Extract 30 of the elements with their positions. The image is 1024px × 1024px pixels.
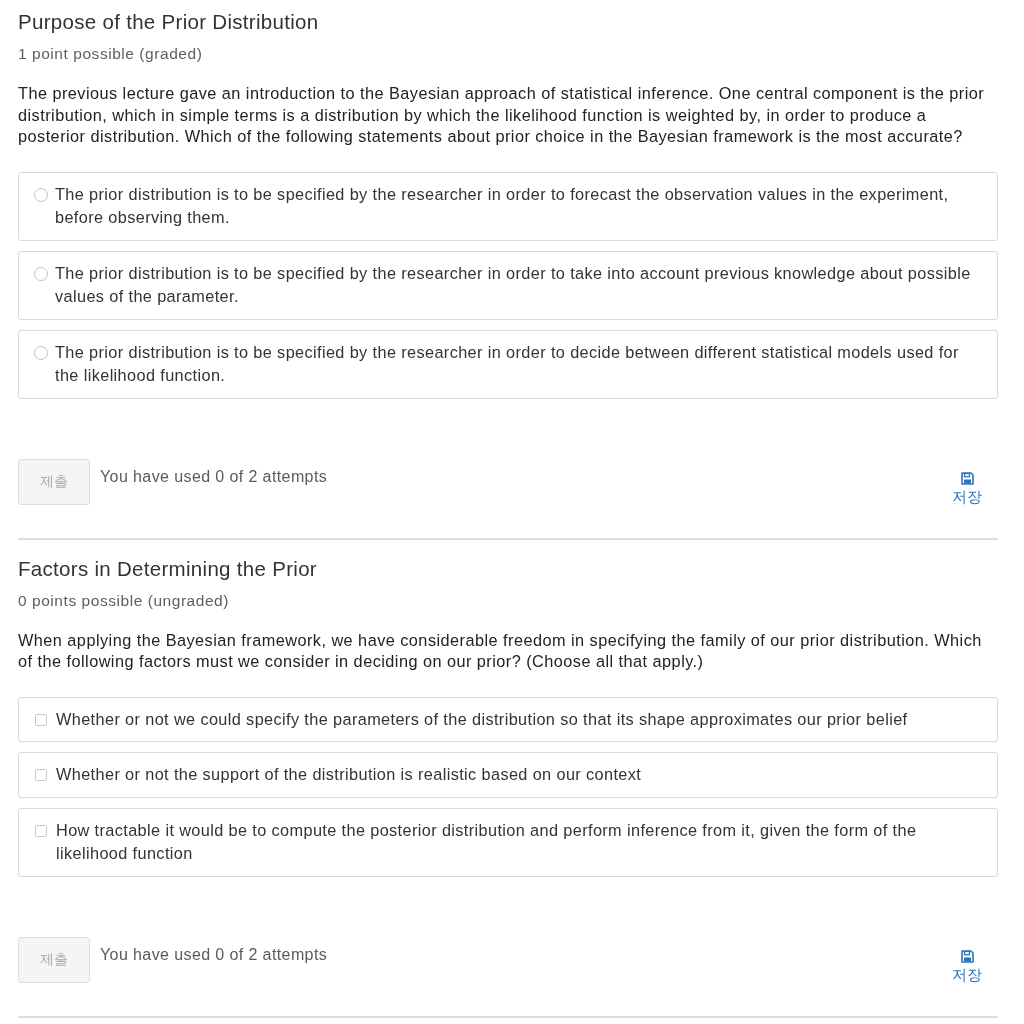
- answer-option[interactable]: The prior distribution is to be specified by the researcher in order to forecast the observation values in the experiment, before observing them.: [18, 171, 998, 241]
- attempts-text: You have used 0 of 2 attempts: [100, 466, 328, 487]
- save-icon: [960, 949, 974, 963]
- answer-option[interactable]: Whether or not we could specify the parameters of the distribution so that its shape approximates our prior belief: [18, 696, 998, 742]
- question-text: The previous lecture gave an introduction to the Bayesian approach of statistical inference. One central component is the prior distribution, which in simple terms is a distribution by which the likelihood function is weighted by, in order to produce a posterior distribution. Which of the following statements about prior choice in the Bayesian framework is the most accurate?: [18, 83, 986, 147]
- points-label: 1 point possible (graded): [18, 44, 204, 64]
- option-label: How tractable it would be to compute the posterior distribution and perform inference from it, given the form of the likelihood function: [56, 819, 918, 864]
- radio-button[interactable]: [34, 345, 48, 360]
- attempts-text: You have used 0 of 2 attempts: [100, 944, 328, 965]
- problem-title: Purpose of the Prior Distribution: [18, 10, 320, 34]
- checkbox[interactable]: [35, 769, 47, 781]
- option-label: Whether or not we could specify the parameters of the distribution so that its shape approximates our prior belief: [56, 708, 908, 730]
- option-label: The prior distribution is to be specified by the researcher in order to forecast the observation values in the experiment, before observing them.: [55, 183, 950, 228]
- problem-title: Factors in Determining the Prior: [18, 556, 318, 581]
- radio-button[interactable]: [34, 266, 48, 281]
- option-label: The prior distribution is to be specified by the researcher in order to decide between different statistical models used for the likelihood function.: [55, 341, 960, 386]
- answer-option[interactable]: The prior distribution is to be specified by the researcher in order to decide between different statistical models used for the likelihood function.: [18, 329, 998, 399]
- answer-option[interactable]: How tractable it would be to compute the posterior distribution and perform inference from it, given the form of the likelihood function: [18, 807, 998, 877]
- option-label: Whether or not the support of the distribution is realistic based on our context: [56, 764, 642, 785]
- save-button[interactable]: 저장: [952, 471, 982, 506]
- radio-button[interactable]: [34, 187, 48, 202]
- answer-option[interactable]: Whether or not the support of the distribution is realistic based on our context: [18, 752, 998, 798]
- answer-option[interactable]: The prior distribution is to be specified by the researcher in order to take into account previous knowledge about possible values of the parameter.: [18, 250, 998, 320]
- checkbox[interactable]: [35, 824, 47, 837]
- checkbox[interactable]: [35, 713, 47, 726]
- save-icon: [960, 471, 974, 485]
- points-label: 0 points possible (ungraded): [18, 590, 230, 611]
- question-text: When applying the Bayesian framework, we have considerable freedom in specifying the family of our prior distribution. Which of the following factors must we consider in deciding on our prior? (Choose all that apply.): [18, 629, 983, 672]
- option-label: The prior distribution is to be specified by the researcher in order to take into account previous knowledge about possible values of the parameter.: [55, 262, 972, 307]
- save-button[interactable]: 저장: [952, 949, 982, 984]
